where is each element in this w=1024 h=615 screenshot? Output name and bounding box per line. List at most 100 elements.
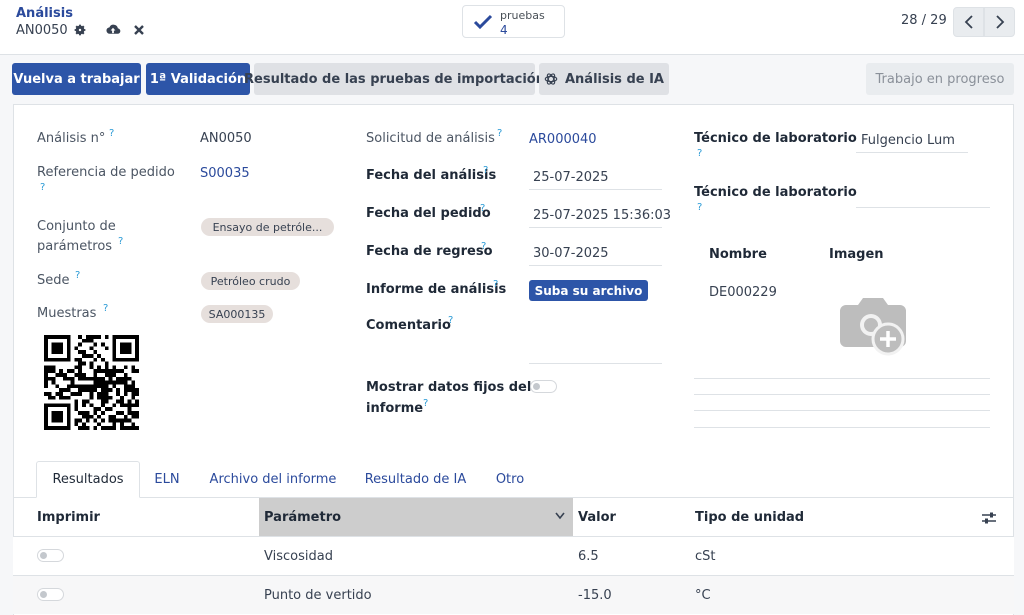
subtable-divider <box>694 427 990 428</box>
ai-analysis-button[interactable]: Análisis de IA <box>539 63 669 95</box>
field-underline <box>529 265 662 266</box>
status-in-progress[interactable]: Trabajo en progreso <box>866 63 1014 95</box>
sliders-icon[interactable] <box>981 511 997 525</box>
cell-parameter: Viscosidad <box>264 549 333 564</box>
help-mark[interactable]: ? <box>40 182 45 193</box>
order-ref-label: Referencia de pedido <box>37 165 175 180</box>
field-underline <box>856 152 968 153</box>
subtable-divider <box>694 378 990 379</box>
comment-label: Comentario <box>366 318 451 333</box>
help-mark[interactable]: ? <box>423 398 428 409</box>
samples-tag[interactable]: SA000135 <box>201 305 273 323</box>
analysis-no-label: Análisis n° <box>37 131 106 146</box>
subtable-divider <box>694 410 990 411</box>
order-date-input[interactable]: 25-07-2025 15:36:03 <box>533 208 671 223</box>
gear-icon[interactable] <box>73 23 87 37</box>
help-mark[interactable]: ? <box>483 165 488 176</box>
analysis-date-input[interactable]: 25-07-2025 <box>533 170 609 185</box>
pager-value: 28 / 29 <box>901 13 947 28</box>
field-underline <box>529 227 662 228</box>
field-underline <box>529 189 662 190</box>
help-mark[interactable]: ? <box>481 241 486 252</box>
pager-next-button[interactable] <box>984 7 1015 37</box>
camera-plus-icon[interactable] <box>838 295 908 357</box>
import-results-button[interactable]: Resultado de las pruebas de importación <box>244 63 545 95</box>
cell-value: 6.5 <box>578 549 599 564</box>
help-mark[interactable]: ? <box>75 270 80 281</box>
help-mark[interactable]: ? <box>109 128 114 139</box>
site-label: Sede <box>37 273 70 288</box>
fixed-data-label-line1: Mostrar datos fijos del <box>366 380 532 395</box>
column-header-parameter[interactable]: Parámetro <box>259 498 573 536</box>
chevron-right-icon <box>995 15 1004 29</box>
help-mark[interactable]: ? <box>103 303 108 314</box>
help-mark[interactable]: ? <box>493 279 498 290</box>
chevron-left-icon <box>964 15 973 29</box>
param-set-label-line1: Conjunto de <box>37 219 116 234</box>
site-tag[interactable]: Petróleo crudo <box>201 272 300 290</box>
field-underline <box>856 207 990 208</box>
return-date-label: Fecha de regreso <box>366 244 493 259</box>
return-date-input[interactable]: 30-07-2025 <box>533 246 609 261</box>
stat-label: pruebas <box>500 9 545 22</box>
column-header-parameter-label: Parámetro <box>264 509 342 525</box>
request-link[interactable]: AR000040 <box>529 132 597 147</box>
table-row[interactable]: Viscosidad 6.5 cSt <box>13 536 1014 575</box>
stat-value: 4 <box>500 23 508 37</box>
subtable-header-image: Imagen <box>829 247 884 262</box>
help-mark[interactable]: ? <box>697 202 702 213</box>
first-validation-button[interactable]: 1ª Validación <box>146 63 250 95</box>
fixed-data-label-line2: informe <box>366 401 424 416</box>
request-label: Solicitud de análisis <box>366 131 495 146</box>
help-mark[interactable]: ? <box>480 203 485 214</box>
ai-analysis-label: Análisis de IA <box>564 71 664 87</box>
cell-unit: cSt <box>695 549 716 564</box>
print-toggle[interactable] <box>37 588 64 601</box>
subtable-header-name: Nombre <box>709 247 767 262</box>
stat-button-tests[interactable]: pruebas 4 <box>462 5 565 38</box>
sort-caret-icon <box>555 512 565 520</box>
pager-previous-button[interactable] <box>953 7 984 37</box>
cell-value: -15.0 <box>578 588 612 603</box>
cell-unit: °C <box>695 588 711 603</box>
upload-file-button[interactable]: Suba su archivo <box>529 280 648 301</box>
tab-other[interactable]: Otro <box>489 461 531 498</box>
tab-report-file[interactable]: Archivo del informe <box>204 461 342 498</box>
breadcrumb-current: AN0050 <box>16 23 68 38</box>
help-mark[interactable]: ? <box>697 148 702 159</box>
tab-results[interactable]: Resultados <box>36 461 140 498</box>
close-icon[interactable] <box>133 23 145 37</box>
technician-label-1: Técnico de laboratorio <box>694 131 857 146</box>
analysis-date-label: Fecha del análisis <box>366 168 497 183</box>
subtable-cell-name[interactable]: DE000229 <box>709 285 777 300</box>
check-icon <box>473 14 493 30</box>
order-date-label: Fecha del pedido <box>366 206 491 221</box>
rework-button[interactable]: Vuelva a trabajar <box>12 63 141 95</box>
param-set-tag[interactable]: Ensayo de petróle... <box>201 218 334 236</box>
comment-field[interactable] <box>529 363 662 364</box>
qr-code-icon <box>44 335 139 430</box>
print-toggle[interactable] <box>37 549 64 562</box>
subtable-divider <box>694 394 990 395</box>
column-header-print[interactable]: Imprimir <box>37 498 257 536</box>
help-mark[interactable]: ? <box>497 128 502 139</box>
tab-ai-result[interactable]: Resultado de IA <box>358 461 473 498</box>
openai-icon <box>544 73 558 85</box>
analysis-no-value: AN0050 <box>200 131 252 146</box>
technician-value-1[interactable]: Fulgencio Lum <box>861 133 955 148</box>
tab-eln[interactable]: ELN <box>145 461 189 498</box>
help-mark[interactable]: ? <box>448 315 453 326</box>
breadcrumb-parent[interactable]: Análisis <box>16 6 73 21</box>
control-panel: Análisis AN0050 pruebas 4 28 / 29 <box>0 0 1024 55</box>
samples-label: Muestras <box>37 306 97 321</box>
fixed-data-toggle[interactable] <box>530 380 557 393</box>
column-header-unit[interactable]: Tipo de unidad <box>695 498 895 536</box>
table-row[interactable]: Punto de vertido -15.0 °C <box>13 575 1014 614</box>
column-header-value[interactable]: Valor <box>578 498 688 536</box>
cell-parameter: Punto de vertido <box>264 588 372 603</box>
param-set-label-line2: parámetros <box>37 239 113 254</box>
help-mark[interactable]: ? <box>118 236 123 247</box>
report-label: Informe de análisis <box>366 282 507 297</box>
cloud-upload-icon[interactable] <box>105 23 121 37</box>
order-ref-link[interactable]: S00035 <box>200 166 250 181</box>
